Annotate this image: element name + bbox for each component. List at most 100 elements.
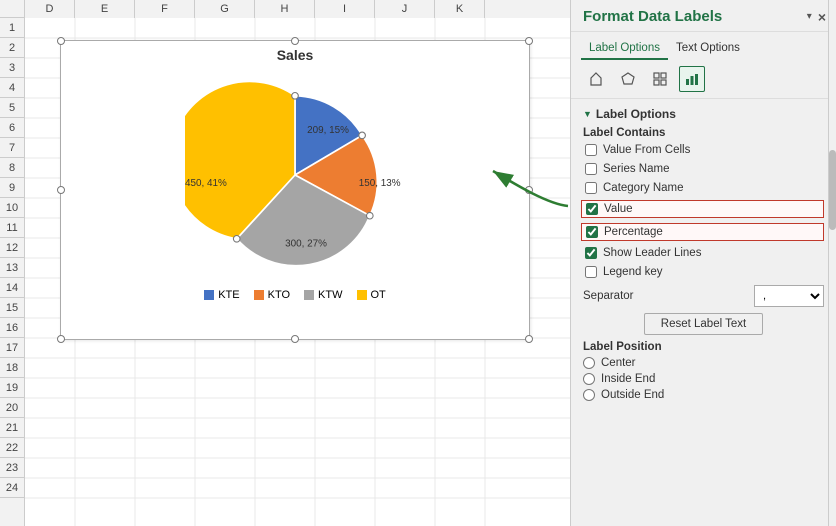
chart-body: 209, 15% 150, 13% 300, 27% 450, 41% (61, 65, 529, 285)
category-name-label: Category Name (603, 182, 684, 194)
legend-item-kto: KTO (254, 289, 290, 301)
label-options-section[interactable]: ▼ Label Options (583, 107, 824, 121)
panel-header-icons: ▾ × (807, 9, 826, 25)
center-radio[interactable] (583, 357, 595, 369)
handle-tr[interactable] (525, 37, 533, 45)
pie-handle[interactable] (367, 212, 374, 219)
handle-br[interactable] (525, 335, 533, 343)
separator-row: Separator , ; (New Line) (583, 285, 824, 307)
legend-key-checkbox[interactable] (585, 266, 597, 278)
panel-content[interactable]: ▼ Label Options Label Contains Value Fro… (571, 99, 836, 526)
series-name-label: Series Name (603, 163, 669, 175)
scrollbar-thumb[interactable] (829, 150, 836, 230)
value-from-cells-label: Value From Cells (603, 144, 690, 156)
center-radio-row: Center (583, 357, 824, 369)
center-label: Center (601, 357, 636, 369)
col-header-G[interactable]: G (195, 0, 255, 18)
outside-end-radio[interactable] (583, 389, 595, 401)
pie-handle[interactable] (359, 132, 366, 139)
arrow-svg (488, 166, 570, 216)
section-title: Label Options (596, 107, 676, 121)
col-header-F[interactable]: F (135, 0, 195, 18)
value-row: Value (581, 200, 824, 218)
separator-label: Separator (583, 290, 634, 302)
panel-tabs: Label Options Text Options (571, 32, 836, 60)
legend-key-row: Legend key (583, 265, 824, 279)
inside-end-radio[interactable] (583, 373, 595, 385)
series-name-row: Series Name (583, 162, 824, 176)
label-contains-label: Label Contains (583, 127, 824, 139)
pie-handle[interactable] (292, 93, 299, 100)
slice-label-kte: 209, 15% (307, 125, 349, 136)
slice-label-ktw: 300, 27% (285, 238, 327, 249)
reset-label-text-button[interactable]: Reset Label Text (644, 313, 763, 335)
value-from-cells-row: Value From Cells (583, 143, 824, 157)
fill-icon-btn[interactable] (583, 66, 609, 92)
cells-area[interactable]: Sales 209, 15% (25, 18, 570, 526)
category-name-row: Category Name (583, 181, 824, 195)
handle-bm[interactable] (291, 335, 299, 343)
panel-icons-row (571, 60, 836, 99)
show-leader-lines-label: Show Leader Lines (603, 247, 701, 259)
col-header-J[interactable]: J (375, 0, 435, 18)
section-triangle: ▼ (583, 109, 592, 119)
grid-icon (652, 71, 668, 87)
row-numbers: 123 456 789 101112 131415 161718 192021 … (0, 18, 25, 526)
inside-end-label: Inside End (601, 373, 655, 385)
legend-label-ot: OT (371, 289, 386, 301)
scrollbar-track[interactable] (828, 0, 836, 526)
value-label: Value (604, 203, 633, 215)
legend-item-kte: KTE (204, 289, 239, 301)
chart-legend: KTE KTO KTW OT (61, 285, 529, 305)
fill-icon (588, 71, 604, 87)
value-from-cells-checkbox[interactable] (585, 144, 597, 156)
panel-title: Format Data Labels (583, 8, 722, 25)
col-header-E[interactable]: E (75, 0, 135, 18)
legend-item-ktw: KTW (304, 289, 342, 301)
legend-color-kto (254, 290, 264, 300)
bar-chart-icon (684, 71, 700, 87)
panel-close-button[interactable]: × (818, 9, 826, 25)
panel-header: Format Data Labels ▾ × (571, 0, 836, 32)
panel-dropdown-icon[interactable]: ▾ (807, 11, 812, 22)
legend-label-kto: KTO (268, 289, 290, 301)
bar-chart-icon-btn[interactable] (679, 66, 705, 92)
spreadsheet: D E F G H I J K 123 456 789 101112 13141… (0, 0, 570, 526)
slice-label-ot: 450, 41% (185, 178, 227, 189)
chart-container[interactable]: Sales 209, 15% (60, 40, 530, 340)
legend-key-label: Legend key (603, 266, 662, 278)
legend-color-ot (357, 290, 367, 300)
separator-select[interactable]: , ; (New Line) (754, 285, 824, 307)
handle-bl[interactable] (57, 335, 65, 343)
handle-tm[interactable] (291, 37, 299, 45)
pentagon-icon (620, 71, 636, 87)
tab-text-options[interactable]: Text Options (668, 38, 748, 60)
tab-label-options[interactable]: Label Options (581, 38, 668, 60)
col-header-K[interactable]: K (435, 0, 485, 18)
col-header-H[interactable]: H (255, 0, 315, 18)
format-panel: Format Data Labels ▾ × Label Options Tex… (570, 0, 836, 526)
col-header-row: D E F G H I J K (0, 0, 570, 18)
col-header-D[interactable]: D (25, 0, 75, 18)
col-header-I[interactable]: I (315, 0, 375, 18)
grid-icon-btn[interactable] (647, 66, 673, 92)
legend-label-kte: KTE (218, 289, 239, 301)
percentage-checkbox[interactable] (586, 226, 598, 238)
show-leader-lines-checkbox[interactable] (585, 247, 597, 259)
legend-label-ktw: KTW (318, 289, 342, 301)
handle-tl[interactable] (57, 37, 65, 45)
legend-item-ot: OT (357, 289, 386, 301)
pie-chart: 209, 15% 150, 13% 300, 27% 450, 41% (185, 75, 405, 275)
series-name-checkbox[interactable] (585, 163, 597, 175)
inside-end-radio-row: Inside End (583, 373, 824, 385)
category-name-checkbox[interactable] (585, 182, 597, 194)
arrow-container (488, 166, 570, 219)
pentagon-icon-btn[interactable] (615, 66, 641, 92)
outside-end-radio-row: Outside End (583, 389, 824, 401)
percentage-row: Percentage (581, 223, 824, 241)
value-checkbox[interactable] (586, 203, 598, 215)
label-position-title: Label Position (583, 341, 824, 353)
pie-handle[interactable] (233, 236, 240, 243)
show-leader-lines-row: Show Leader Lines (583, 246, 824, 260)
legend-color-kte (204, 290, 214, 300)
